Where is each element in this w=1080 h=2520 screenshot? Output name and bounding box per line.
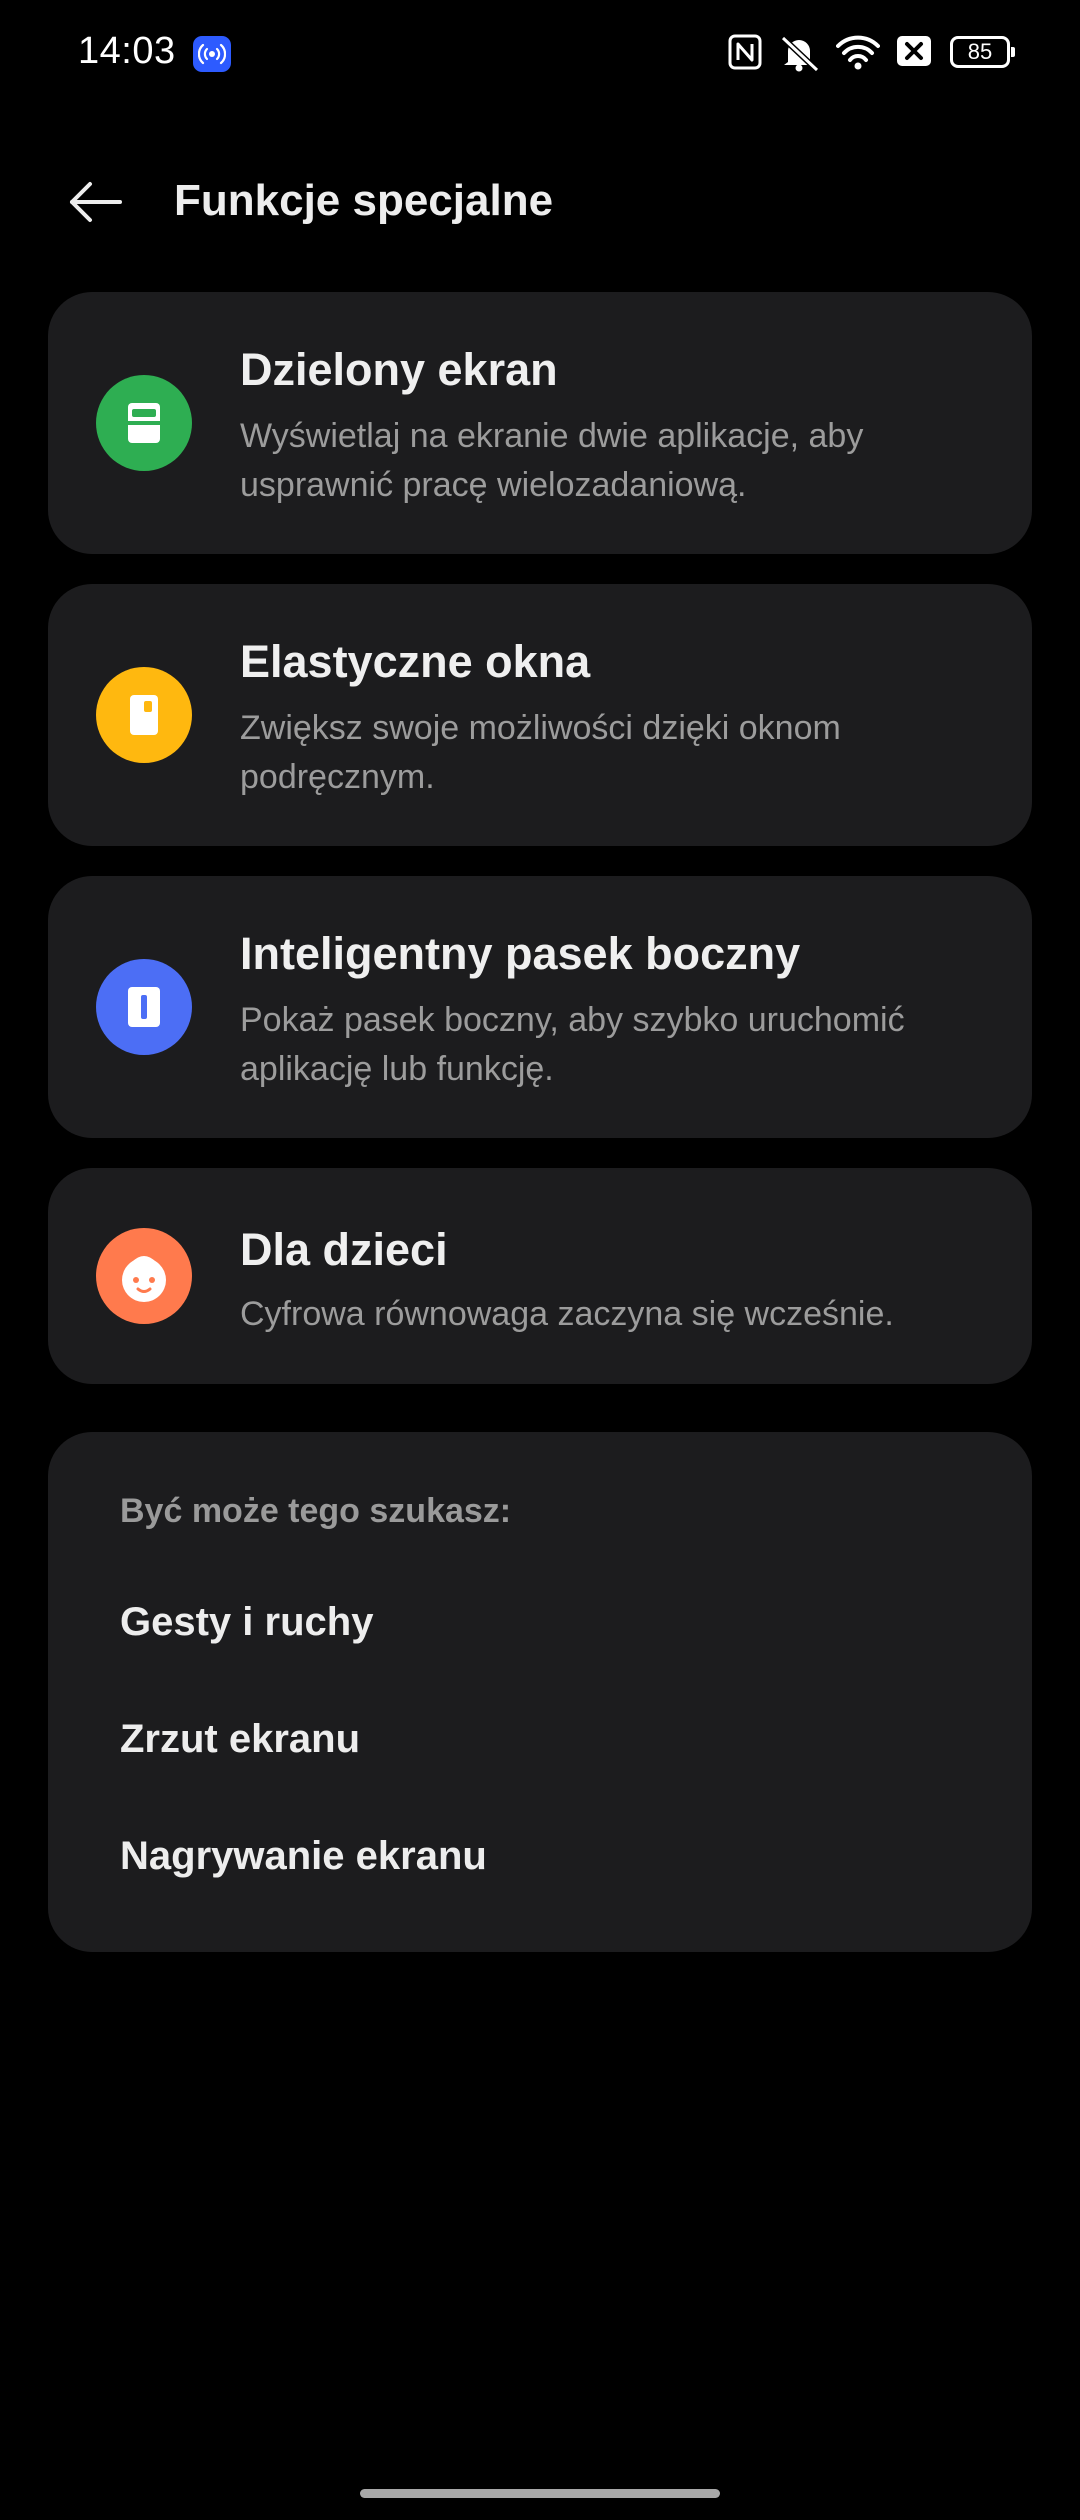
feature-card-flexible-windows[interactable]: Elastyczne okna Zwiększ swoje możliwości… (48, 584, 1032, 846)
suggestion-item-gestures[interactable]: Gesty i ruchy (120, 1600, 373, 1645)
feature-title: Elastyczne okna (240, 636, 591, 687)
feature-title: Dzielony ekran (240, 344, 558, 395)
feature-card-split-screen[interactable]: Dzielony ekran Wyświetlaj na ekranie dwi… (48, 292, 1032, 554)
battery-icon: 85 (950, 36, 1015, 68)
flexible-window-icon (96, 667, 192, 763)
battery-level: 85 (967, 39, 993, 64)
feature-title: Dla dzieci (240, 1224, 448, 1275)
sidebar-icon (96, 959, 192, 1055)
gesture-nav-bar[interactable] (360, 2489, 720, 2498)
wifi-icon (836, 34, 880, 75)
app-header: Funkcje specjalne (0, 160, 1080, 244)
back-button[interactable] (60, 174, 132, 230)
feature-description: Pokaż pasek boczny, aby szybko uruchomić… (240, 1001, 905, 1088)
arrow-left-icon (70, 182, 122, 222)
sim-x-icon (896, 34, 932, 73)
suggestion-item-screen-recording[interactable]: Nagrywanie ekranu (120, 1834, 487, 1879)
page-title: Funkcje specjalne (174, 176, 554, 225)
feature-description: Wyświetlaj na ekranie dwie aplikacje, ab… (240, 417, 864, 504)
suggestion-item-screenshot[interactable]: Zrzut ekranu (120, 1717, 360, 1762)
feature-description: Cyfrowa równowaga zaczyna się wcześnie. (240, 1295, 894, 1333)
hotspot-icon (193, 36, 231, 72)
mute-icon (778, 34, 822, 77)
feature-title: Inteligentny pasek boczny (240, 928, 801, 979)
status-bar: 14:03 85 (0, 0, 1080, 108)
status-time: 14:03 (78, 30, 176, 72)
nfc-icon (728, 34, 762, 75)
feature-card-kids[interactable]: Dla dzieci Cyfrowa równowaga zaczyna się… (48, 1168, 1032, 1384)
feature-card-smart-sidebar[interactable]: Inteligentny pasek boczny Pokaż pasek bo… (48, 876, 1032, 1138)
suggestions-panel: Być może tego szukasz: Gesty i ruchy Zrz… (48, 1432, 1032, 1952)
split-screen-icon (96, 375, 192, 471)
suggestions-heading: Być może tego szukasz: (120, 1492, 512, 1530)
feature-description: Zwiększ swoje możliwości dzięki oknom po… (240, 709, 841, 796)
kid-face-icon (96, 1228, 192, 1324)
